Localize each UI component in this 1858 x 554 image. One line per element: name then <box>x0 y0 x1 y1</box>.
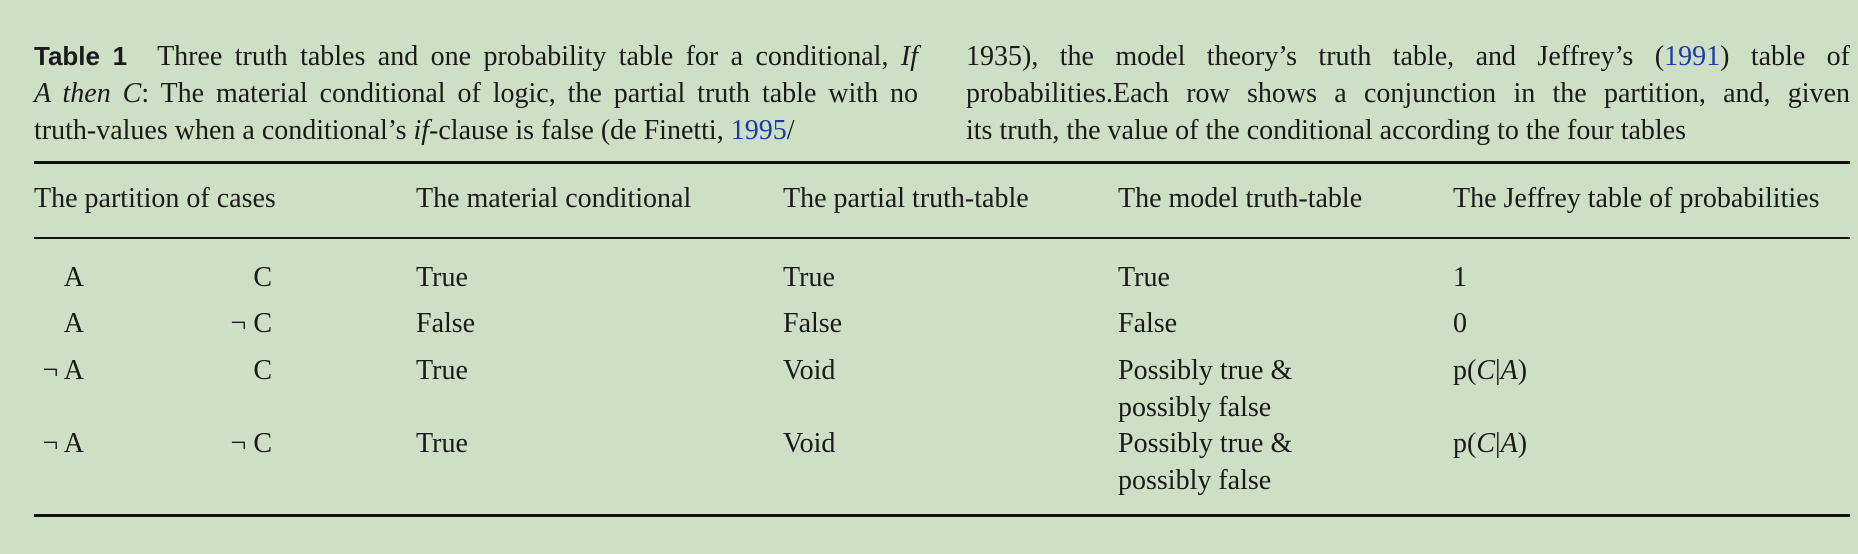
caption-line: Table 1 Three truth tables and one probab… <box>34 38 918 75</box>
caption-text: its truth, the value of the conditional … <box>966 115 1687 146</box>
header-material: The material conditional <box>416 183 692 214</box>
cell-a: A <box>63 308 84 339</box>
caption-line: probabilities.Each row shows a conjuncti… <box>966 75 1850 112</box>
cell-a: ¬ A <box>42 355 84 386</box>
cell-partial: Void <box>783 428 836 459</box>
caption-text: truth-values when a conditional’s <box>34 115 414 146</box>
cell-partial: False <box>783 308 843 339</box>
table-caption: Table 1 Three truth tables and one probab… <box>34 38 1850 149</box>
caption-text: ) table of <box>1720 41 1851 72</box>
cell-material: True <box>416 355 468 386</box>
cell-a: A <box>63 262 84 293</box>
cell-c: C <box>253 262 272 293</box>
cell-model-line: True <box>1118 262 1170 293</box>
caption-line: A then C: The material conditional of lo… <box>34 75 918 112</box>
table-header-rule <box>34 237 1850 239</box>
cell-jeffrey: p(C|A) <box>1453 428 1528 459</box>
cell-model-line: Possibly true & <box>1118 355 1293 386</box>
header-partition: The partition of cases <box>34 183 276 214</box>
cell-model: Possibly true & possibly false <box>1118 425 1292 499</box>
citation-link-1995[interactable]: 1995 <box>731 115 787 146</box>
caption-text: -clause is false (de Finetti, <box>429 115 731 146</box>
caption-left-column: Table 1 Three truth tables and one probab… <box>34 38 918 149</box>
cell-jeffrey: p(C|A) <box>1453 355 1528 386</box>
caption-right-column: 1935), the model theory’s truth table, a… <box>966 38 1850 149</box>
citation-link-1991[interactable]: 1991 <box>1664 41 1720 72</box>
caption-line: its truth, the value of the conditional … <box>966 112 1850 149</box>
cell-model: False <box>1118 305 1177 342</box>
caption-italic: A then C <box>34 78 142 109</box>
cell-material: True <box>416 262 468 293</box>
caption-text: 1935), the model theory’s truth table, a… <box>966 41 1665 72</box>
cell-model-line: Possibly true & <box>1118 428 1293 459</box>
table-label: Table 1 <box>34 41 128 71</box>
caption-line: 1935), the model theory’s truth table, a… <box>966 38 1850 75</box>
table-bottom-rule <box>34 514 1850 517</box>
header-jeffrey: The Jeffrey table of probabilities <box>1453 183 1820 214</box>
cell-jeffrey: 0 <box>1453 308 1467 339</box>
caption-italic: if <box>413 115 430 146</box>
caption-italic: If <box>900 41 918 72</box>
table-top-rule <box>34 161 1850 164</box>
cell-c: C <box>253 355 272 386</box>
cell-material: False <box>416 308 476 339</box>
cell-partial: True <box>783 262 835 293</box>
caption-text: / <box>786 115 795 146</box>
cell-c: ¬ C <box>230 428 272 459</box>
header-model: The model truth-table <box>1118 183 1363 214</box>
caption-text: Three truth tables and one probability t… <box>157 41 901 72</box>
caption-line: truth-values when a conditional’s if-cla… <box>34 112 918 149</box>
header-partial: The partial truth-table <box>783 183 1029 214</box>
cell-c: ¬ C <box>230 308 272 339</box>
cell-model-line: False <box>1118 308 1178 339</box>
cell-a: ¬ A <box>42 428 84 459</box>
cell-model-line: possibly false <box>1118 392 1272 423</box>
cell-material: True <box>416 428 468 459</box>
cell-jeffrey: 1 <box>1453 262 1467 293</box>
cell-model-line: possibly false <box>1118 465 1272 496</box>
cell-model: True <box>1118 259 1170 296</box>
page: Table 1 Three truth tables and one probab… <box>0 0 1858 554</box>
caption-text: probabilities.Each row shows a conjuncti… <box>966 78 1850 109</box>
cell-model: Possibly true & possibly false <box>1118 352 1292 426</box>
cell-partial: Void <box>783 355 836 386</box>
caption-text: : The material conditional of logic, the… <box>141 78 918 109</box>
